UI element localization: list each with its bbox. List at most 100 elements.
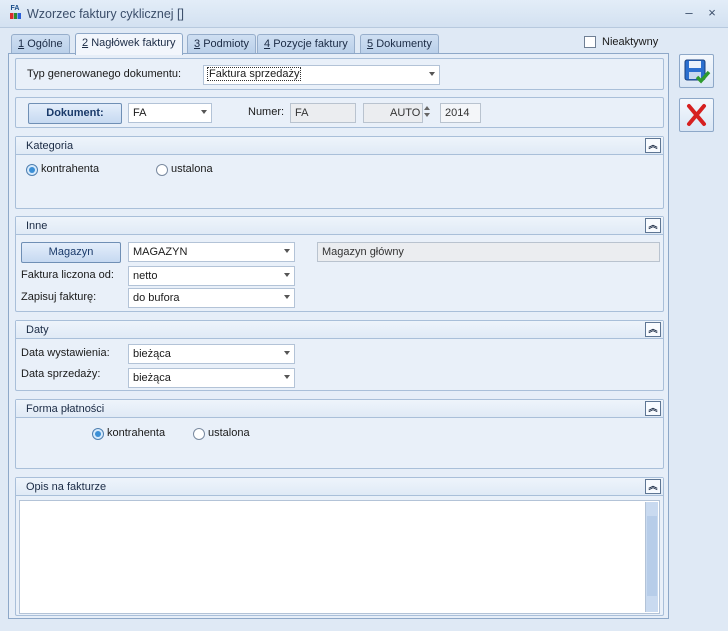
faktura-liczona-value: netto — [133, 270, 158, 282]
tab-ogolne-key: 1 — [18, 38, 25, 50]
tab-pozycje-faktury[interactable]: 4 Pozycje faktury — [257, 34, 355, 54]
magazyn-button[interactable]: Magazyn — [21, 242, 121, 263]
collapse-up-icon[interactable]: ︽ — [645, 479, 661, 494]
tab-ogolne-label: Ogólne — [27, 38, 63, 50]
opis-section: Opis na fakturze ︽ — [15, 477, 664, 616]
doc-type-select[interactable]: Faktura sprzedaży — [203, 65, 440, 85]
kategoria-header: Kategoria ︽ — [16, 137, 663, 155]
data-wystawienia-value: bieżąca — [133, 348, 171, 360]
faktura-liczona-select[interactable]: netto — [128, 266, 295, 286]
document-symbol-select[interactable]: FA — [128, 103, 212, 123]
doc-type-value: Faktura sprzedaży — [206, 67, 302, 81]
dropdown-arrow-icon — [284, 351, 290, 355]
platnosc-radio-kontrahenta[interactable] — [92, 428, 104, 440]
dropdown-arrow-icon — [429, 72, 435, 76]
save-button[interactable] — [679, 54, 714, 88]
tab-panel: Typ generowanego dokumentu: Faktura sprz… — [8, 53, 669, 619]
data-sprzedazy-label: Data sprzedaży: — [21, 368, 101, 380]
app-icon: FA — [7, 5, 23, 21]
collapse-up-icon[interactable]: ︽ — [645, 218, 661, 233]
daty-header: Daty ︽ — [16, 321, 663, 339]
dokument-button[interactable]: Dokument: — [28, 103, 122, 124]
tab-podmioty-key: 3 — [194, 38, 201, 50]
forma-platnosci-title: Forma płatności — [26, 403, 105, 415]
magazyn-name-field: Magazyn główny — [317, 242, 660, 262]
forma-platnosci-section: Forma płatności ︽ kontrahenta ustalona — [15, 399, 664, 469]
numer-year-field[interactable]: 2014 — [440, 103, 481, 123]
doc-type-section: Typ generowanego dokumentu: Faktura sprz… — [15, 58, 664, 90]
data-sprzedazy-value: bieżąca — [133, 372, 171, 384]
kategoria-ustalona-label: ustalona — [171, 163, 213, 175]
tab-podmioty-label: Podmioty — [203, 38, 250, 50]
spin-up-icon — [423, 106, 430, 110]
data-sprzedazy-select[interactable]: bieżąca — [128, 368, 295, 388]
minimize-button[interactable]: – — [681, 5, 697, 21]
forma-platnosci-header: Forma płatności ︽ — [16, 400, 663, 418]
faktura-liczona-label: Faktura liczona od: — [21, 269, 114, 281]
tab-dokumenty[interactable]: 5 Dokumenty — [360, 34, 439, 54]
zapisuj-select[interactable]: do bufora — [128, 288, 295, 308]
daty-title: Daty — [26, 324, 49, 336]
app-icon-bars — [9, 13, 21, 19]
dropdown-arrow-icon — [284, 249, 290, 253]
kategoria-kontrahenta-label: kontrahenta — [41, 163, 100, 175]
close-window-button[interactable]: × — [704, 5, 720, 21]
numer-auto-value: AUTO — [390, 107, 421, 119]
platnosc-ustalona-label: ustalona — [208, 427, 250, 439]
scrollbar-thumb[interactable] — [647, 516, 657, 596]
opis-header: Opis na fakturze ︽ — [16, 478, 663, 496]
kategoria-radio-kontrahenta[interactable] — [26, 164, 38, 176]
tab-naglowek-faktury[interactable]: 2 Nagłówek faktury — [75, 33, 183, 55]
zapisuj-value: do bufora — [133, 292, 180, 304]
numer-prefix-value: FA — [295, 107, 309, 119]
numer-spinner[interactable] — [422, 103, 431, 123]
opis-scrollbar[interactable] — [645, 502, 658, 612]
document-symbol-value: FA — [133, 107, 147, 119]
magazyn-select[interactable]: MAGAZYN — [128, 242, 295, 262]
numer-year-value: 2014 — [445, 107, 470, 119]
platnosc-kontrahenta-label: kontrahenta — [107, 427, 166, 439]
numer-auto-field[interactable]: AUTO — [363, 103, 423, 123]
daty-section: Daty ︽ Data wystawienia: bieżąca Data sp… — [15, 320, 664, 391]
platnosc-radio-ustalona[interactable] — [193, 428, 205, 440]
tab-ogolne[interactable]: 1 Ogólne — [11, 34, 70, 54]
kategoria-section: Kategoria ︽ kontrahenta ustalona — [15, 136, 664, 209]
tab-naglowek-label: Nagłówek faktury — [91, 37, 176, 49]
tab-pozycje-label: Pozycje faktury — [273, 38, 348, 50]
opis-title: Opis na fakturze — [26, 481, 107, 493]
magazyn-value: MAGAZYN — [133, 246, 188, 258]
dropdown-arrow-icon — [284, 375, 290, 379]
tab-pozycje-key: 4 — [264, 38, 271, 50]
numer-label: Numer: — [248, 106, 285, 118]
dropdown-arrow-icon — [284, 295, 290, 299]
magazyn-name-value: Magazyn główny — [322, 246, 404, 258]
dropdown-arrow-icon — [201, 110, 207, 114]
inne-title: Inne — [26, 220, 48, 232]
tab-dokumenty-label: Dokumenty — [376, 38, 432, 50]
kategoria-title: Kategoria — [26, 140, 74, 152]
collapse-up-icon[interactable]: ︽ — [645, 401, 661, 416]
save-icon — [684, 59, 711, 84]
data-wystawienia-label: Data wystawienia: — [21, 347, 110, 359]
tab-dokumenty-key: 5 — [367, 38, 374, 50]
data-wystawienia-select[interactable]: bieżąca — [128, 344, 295, 364]
title-bar: FA Wzorzec faktury cyklicznej [] – × — [0, 0, 728, 28]
tab-podmioty[interactable]: 3 Podmioty — [187, 34, 257, 54]
opis-textarea[interactable] — [19, 500, 660, 614]
tab-naglowek-key: 2 — [82, 37, 89, 49]
document-number-section: Dokument: FA Numer: FA AUTO 2014 — [15, 97, 664, 128]
window-client: 1 Ogólne 2 Nagłówek faktury 3 Podmioty 4… — [0, 28, 728, 631]
kategoria-radio-ustalona[interactable] — [156, 164, 168, 176]
inactive-checkbox[interactable] — [584, 36, 596, 48]
dropdown-arrow-icon — [284, 273, 290, 277]
zapisuj-label: Zapisuj fakturę: — [21, 291, 97, 303]
doc-type-label: Typ generowanego dokumentu: — [27, 68, 182, 80]
numer-prefix-field: FA — [290, 103, 356, 123]
cancel-button[interactable] — [679, 98, 714, 132]
inne-header: Inne ︽ — [16, 217, 663, 235]
window-title: Wzorzec faktury cyklicznej [] — [27, 7, 184, 21]
inne-section: Inne ︽ Magazyn MAGAZYN Magazyn główny Fa… — [15, 216, 664, 312]
collapse-up-icon[interactable]: ︽ — [645, 322, 661, 337]
collapse-up-icon[interactable]: ︽ — [645, 138, 661, 153]
cancel-icon — [687, 104, 706, 126]
